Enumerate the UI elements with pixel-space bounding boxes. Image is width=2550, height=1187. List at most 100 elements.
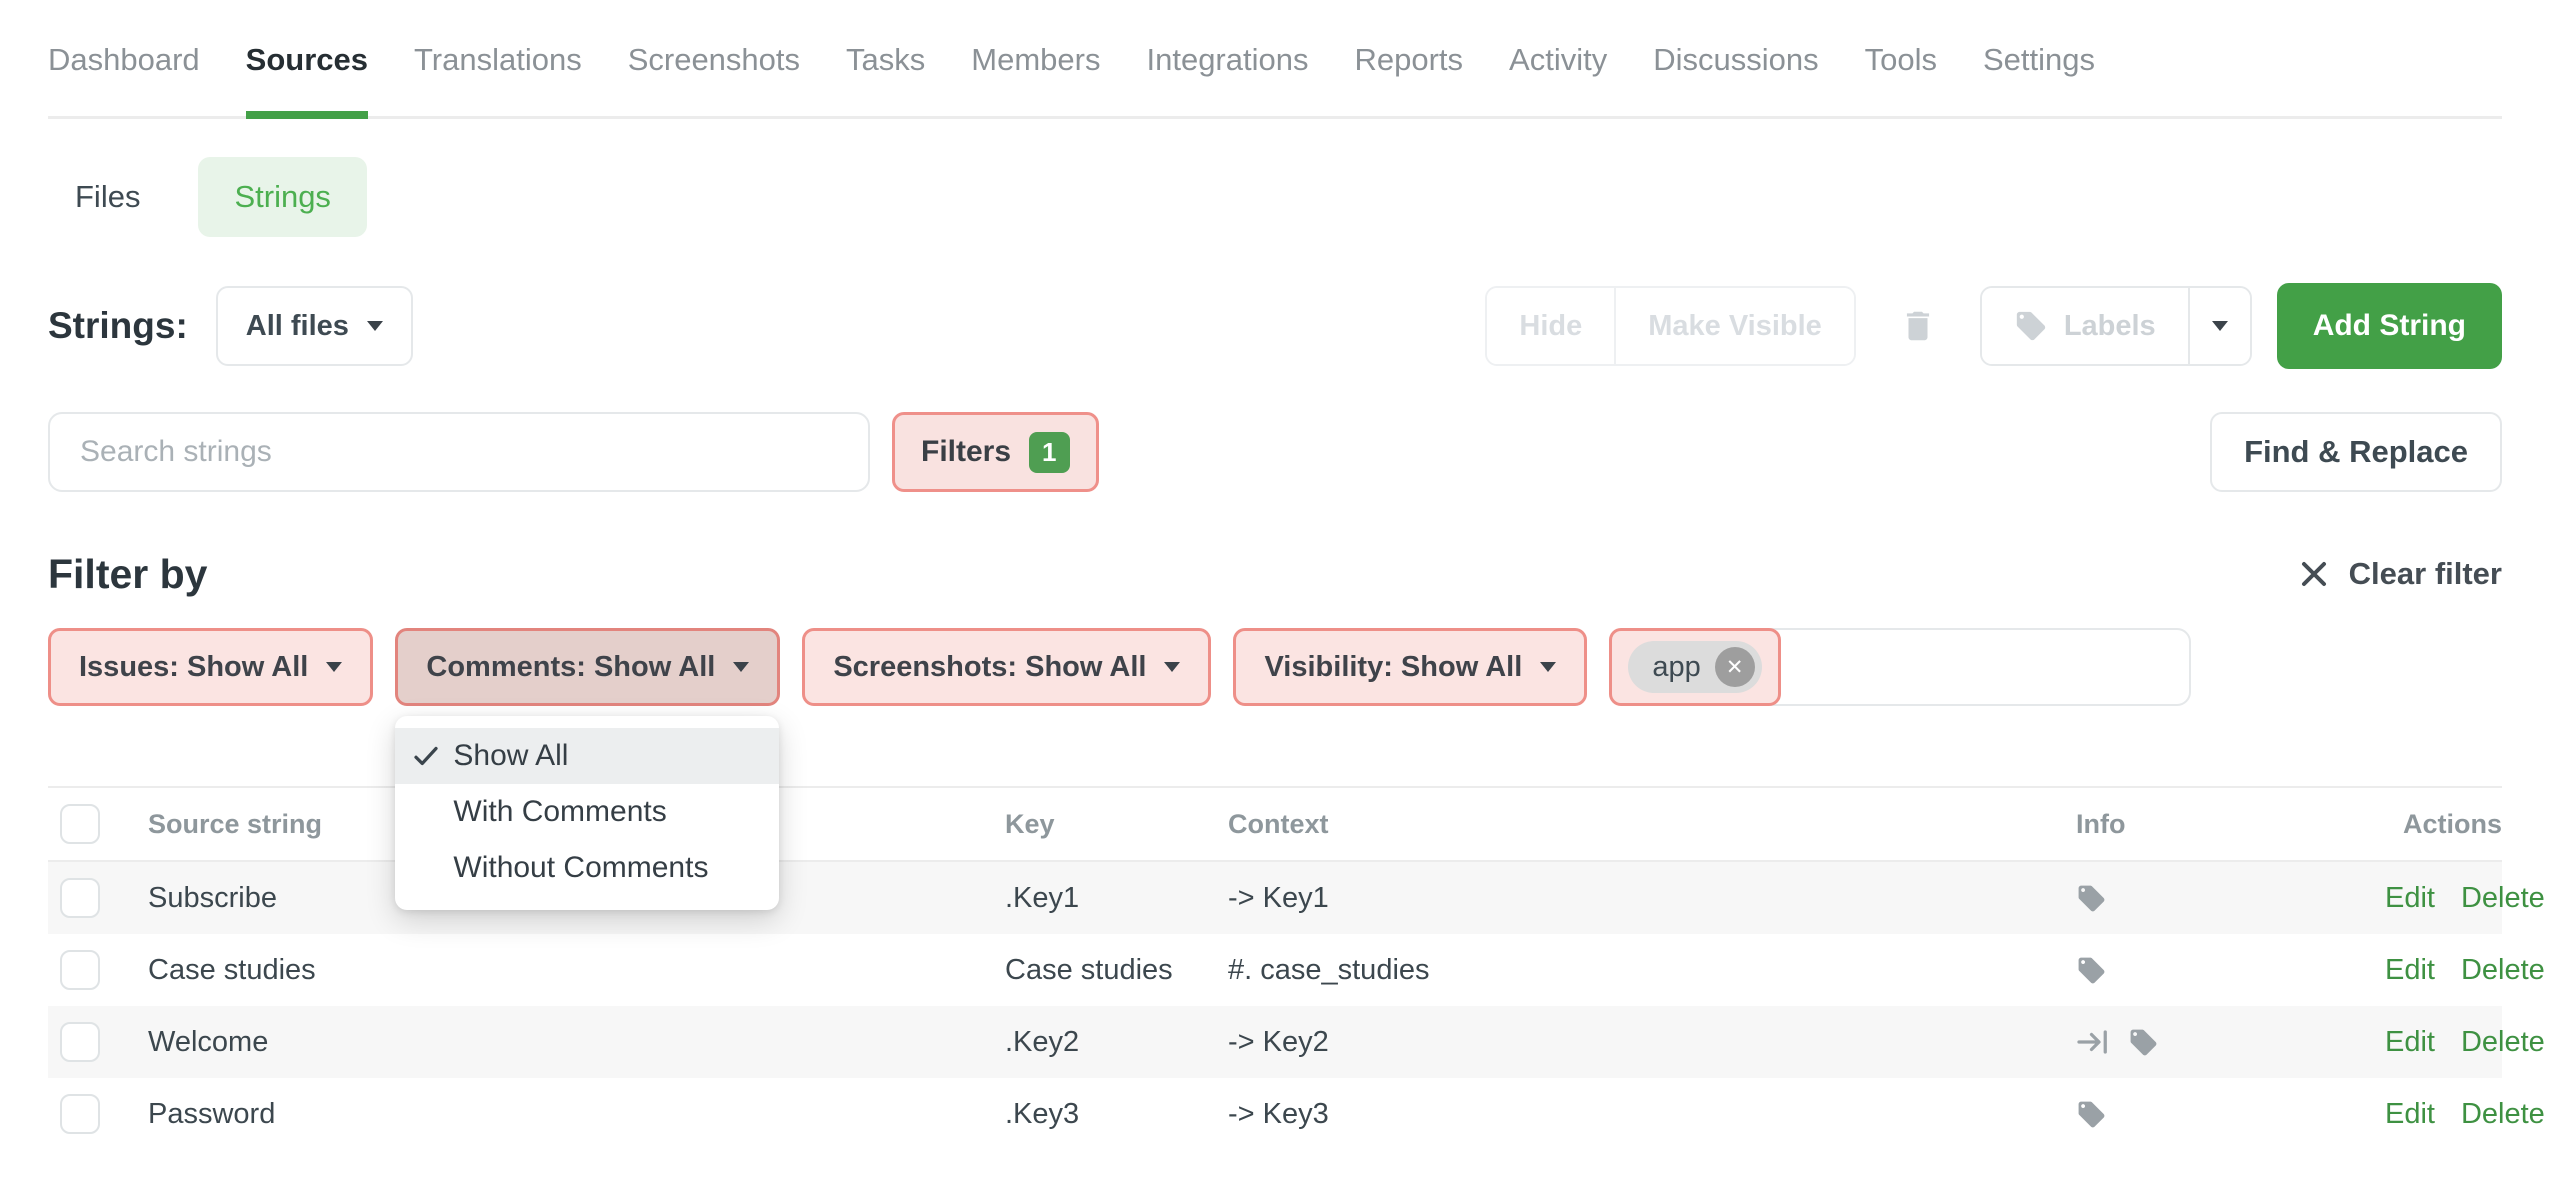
cell-info [2076, 955, 2385, 986]
labels-filter-input[interactable]: app ✕ [1609, 628, 2191, 706]
close-circle-icon[interactable]: ✕ [1715, 647, 1755, 687]
edit-link[interactable]: Edit [2385, 1026, 2435, 1059]
row-checkbox[interactable] [60, 1094, 100, 1134]
cell-actions: Edit Delete [2385, 1098, 2545, 1131]
select-all-checkbox[interactable] [60, 804, 100, 844]
nav-activity[interactable]: Activity [1509, 42, 1607, 78]
filter-visibility-dropdown[interactable]: Visibility: Show All [1233, 628, 1587, 706]
delete-link[interactable]: Delete [2461, 1026, 2545, 1059]
cell-actions: Edit Delete [2385, 954, 2545, 987]
filter-issues-label: Issues: Show All [79, 651, 308, 684]
visibility-button-group: Hide Make Visible [1485, 286, 1855, 366]
cell-actions: Edit Delete [2385, 882, 2545, 915]
nav-screenshots[interactable]: Screenshots [628, 42, 800, 78]
filter-issues-dropdown[interactable]: Issues: Show All [48, 628, 373, 706]
cell-context: -> Key3 [1228, 1098, 2076, 1131]
add-string-button[interactable]: Add String [2277, 283, 2502, 369]
nav-tools[interactable]: Tools [1865, 42, 1937, 78]
edit-link[interactable]: Edit [2385, 954, 2435, 987]
edit-link[interactable]: Edit [2385, 1098, 2435, 1131]
tag-icon [2128, 1027, 2159, 1058]
delete-link[interactable]: Delete [2461, 882, 2545, 915]
chevron-down-icon [733, 662, 749, 672]
tab-files[interactable]: Files [75, 179, 140, 215]
filter-buttons-row: Issues: Show All Comments: Show All Show… [48, 628, 2502, 706]
page-title: Strings: [48, 305, 188, 347]
cell-context: -> Key1 [1228, 882, 2076, 915]
header-actions: Actions [2385, 809, 2502, 840]
header-context: Context [1228, 809, 2076, 840]
menu-item-without-comments[interactable]: Without Comments [395, 840, 779, 896]
search-row: Filters 1 Find & Replace [48, 412, 2502, 492]
tag-icon [2076, 955, 2107, 986]
filter-comments-label: Comments: Show All [426, 651, 715, 684]
source-view-tabs: Files Strings [48, 157, 2502, 237]
labels-button[interactable]: Labels [1982, 288, 2188, 364]
arrow-to-bar-icon [2076, 1027, 2112, 1057]
header-key: Key [1005, 809, 1228, 840]
nav-translations[interactable]: Translations [414, 42, 582, 78]
check-icon [411, 741, 441, 771]
nav-discussions[interactable]: Discussions [1653, 42, 1818, 78]
chevron-down-icon [2212, 321, 2228, 331]
chevron-down-icon [1540, 662, 1556, 672]
table-row: Password .Key3 -> Key3 Edit Delete [48, 1078, 2502, 1150]
find-replace-button[interactable]: Find & Replace [2210, 412, 2502, 492]
nav-members[interactable]: Members [971, 42, 1100, 78]
menu-item-with-comments[interactable]: With Comments [395, 784, 779, 840]
nav-tasks[interactable]: Tasks [846, 42, 925, 78]
nav-reports[interactable]: Reports [1354, 42, 1463, 78]
hide-button[interactable]: Hide [1487, 288, 1614, 364]
label-chip: app ✕ [1628, 641, 1761, 693]
filters-count-badge: 1 [1029, 432, 1069, 473]
row-checkbox[interactable] [60, 878, 100, 918]
row-checkbox[interactable] [60, 1022, 100, 1062]
file-filter-value: All files [246, 310, 349, 343]
chevron-down-icon [326, 662, 342, 672]
nav-dashboard[interactable]: Dashboard [48, 42, 200, 78]
make-visible-button[interactable]: Make Visible [1614, 288, 1854, 364]
filter-visibility-label: Visibility: Show All [1264, 651, 1522, 684]
chevron-down-icon [367, 321, 383, 331]
cell-key: Case studies [1005, 954, 1228, 987]
filter-heading-row: Filter by Clear filter [48, 548, 2502, 600]
cell-source-string: Password [148, 1098, 1005, 1131]
tag-icon [2076, 883, 2107, 914]
delete-link[interactable]: Delete [2461, 1098, 2545, 1131]
tab-strings[interactable]: Strings [198, 157, 366, 237]
clear-filter-label: Clear filter [2349, 556, 2502, 592]
clear-filter-button[interactable]: Clear filter [2299, 556, 2502, 592]
cell-actions: Edit Delete [2385, 1026, 2545, 1059]
header-info: Info [2076, 809, 2385, 840]
tag-icon [2076, 1099, 2107, 1130]
filter-screenshots-label: Screenshots: Show All [833, 651, 1146, 684]
labels-button-group: Labels [1980, 286, 2252, 366]
cell-info [2076, 1099, 2385, 1130]
edit-link[interactable]: Edit [2385, 882, 2435, 915]
nav-sources[interactable]: Sources [246, 42, 368, 78]
label-chip-text: app [1652, 651, 1700, 684]
filters-button[interactable]: Filters 1 [892, 412, 1099, 492]
filter-comments-dropdown[interactable]: Comments: Show All [395, 628, 780, 706]
file-filter-dropdown[interactable]: All files [216, 286, 413, 366]
labels-dropdown-toggle[interactable] [2188, 288, 2250, 364]
delete-strings-button[interactable] [1880, 286, 1956, 366]
tag-icon [2014, 309, 2048, 343]
search-input[interactable] [48, 412, 870, 492]
cell-key: .Key2 [1005, 1026, 1228, 1059]
comments-filter-menu: Show All With Comments Without Comments [395, 716, 779, 910]
filter-screenshots-dropdown[interactable]: Screenshots: Show All [802, 628, 1211, 706]
menu-item-show-all[interactable]: Show All [395, 728, 779, 784]
delete-link[interactable]: Delete [2461, 954, 2545, 987]
cell-context: -> Key2 [1228, 1026, 2076, 1059]
strings-page: Dashboard Sources Translations Screensho… [0, 0, 2550, 1187]
cell-key: .Key1 [1005, 882, 1228, 915]
nav-settings[interactable]: Settings [1983, 42, 2095, 78]
cell-info [2076, 883, 2385, 914]
cell-source-string: Welcome [148, 1026, 1005, 1059]
row-checkbox[interactable] [60, 950, 100, 990]
labels-filter-active-box: app ✕ [1609, 628, 1780, 706]
filter-by-title: Filter by [48, 551, 207, 598]
filters-button-label: Filters [921, 435, 1011, 469]
nav-integrations[interactable]: Integrations [1146, 42, 1308, 78]
